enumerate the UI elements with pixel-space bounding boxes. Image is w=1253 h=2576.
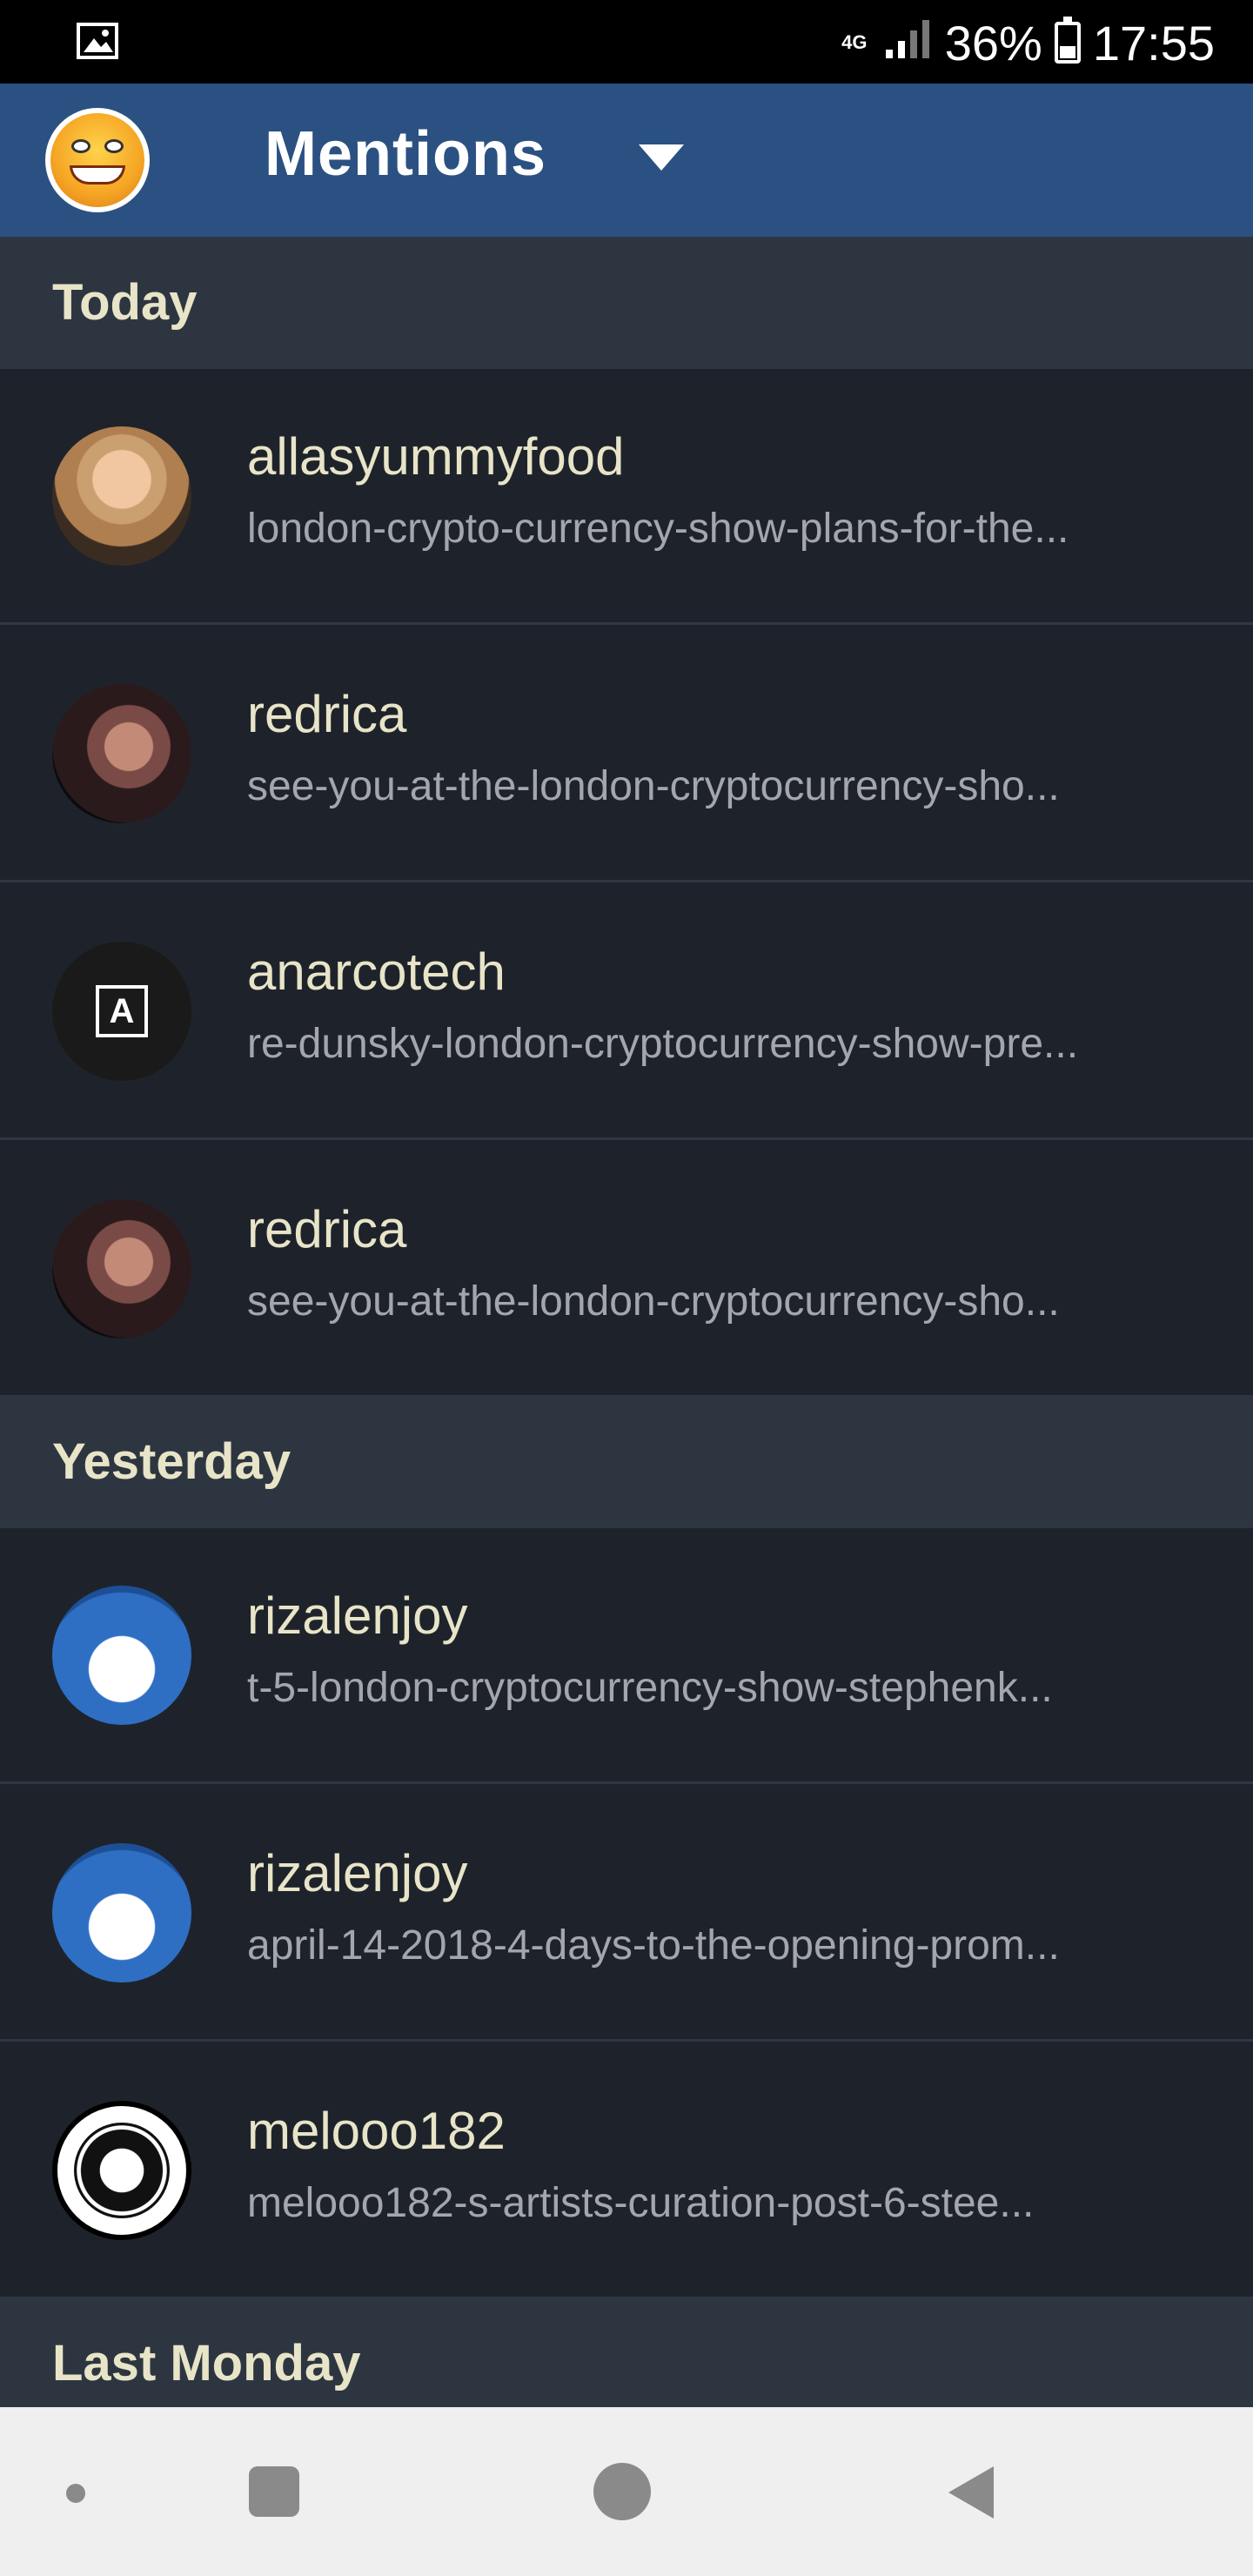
clock: 17:55: [1092, 15, 1215, 70]
gallery-notification-icon: [77, 23, 118, 59]
mention-item[interactable]: rizalenjoy april-14-2018-4-days-to-the-o…: [0, 1786, 1253, 2042]
signal-icon: [884, 15, 933, 71]
section-label: Last Monday: [52, 2335, 361, 2392]
back-icon[interactable]: [948, 2466, 994, 2519]
user-avatar[interactable]: [52, 426, 191, 566]
mention-item[interactable]: melooo182 melooo182-s-artists-curation-p…: [0, 2043, 1253, 2299]
anarcotech-logo-icon: A: [96, 985, 148, 1037]
mention-post-slug: t-5-london-cryptocurrency-show-stephenk.…: [247, 1665, 1053, 1711]
mention-item[interactable]: allasyummyfood london-crypto-currency-sh…: [0, 369, 1253, 625]
mention-username: melooo182: [247, 2102, 506, 2160]
recents-icon[interactable]: [249, 2466, 299, 2517]
monkey-logo-icon: [74, 2123, 170, 2218]
app-bar: Mentions: [0, 84, 1253, 237]
user-avatar[interactable]: [52, 2101, 191, 2240]
user-avatar[interactable]: [52, 1843, 191, 1982]
user-avatar[interactable]: [52, 684, 191, 823]
avatar-image: [50, 113, 144, 207]
section-label: Today: [52, 274, 198, 331]
mention-item[interactable]: A anarcotech re-dunsky-london-cryptocurr…: [0, 884, 1253, 1140]
mention-post-slug: april-14-2018-4-days-to-the-opening-prom…: [247, 1922, 1060, 1969]
page-title[interactable]: Mentions: [265, 118, 546, 190]
mention-username: allasyummyfood: [247, 427, 625, 486]
user-avatar[interactable]: [52, 1199, 191, 1338]
battery-icon: [1054, 17, 1081, 64]
mention-username: redrica: [247, 685, 407, 743]
section-header-today: Today: [0, 237, 1253, 369]
mention-username: rizalenjoy: [247, 1844, 468, 1902]
mention-post-slug: re-dunsky-london-cryptocurrency-show-pre…: [247, 1021, 1079, 1067]
mention-post-slug: see-you-at-the-london-cryptocurrency-sho…: [247, 763, 1060, 809]
network-type: 4G: [841, 31, 868, 53]
status-indicators: 4G 36% 17:55: [837, 12, 1215, 73]
dropdown-arrow-icon[interactable]: [639, 144, 684, 171]
section-header-yesterday: Yesterday: [0, 1396, 1253, 1528]
mention-username: redrica: [247, 1200, 407, 1258]
user-avatar[interactable]: A: [52, 942, 191, 1081]
mention-post-slug: see-you-at-the-london-cryptocurrency-sho…: [247, 1278, 1060, 1325]
mention-username: anarcotech: [247, 943, 506, 1001]
mention-item[interactable]: rizalenjoy t-5-london-cryptocurrency-sho…: [0, 1528, 1253, 1784]
system-nav-bar: [0, 2407, 1253, 2576]
user-avatar[interactable]: [52, 1586, 191, 1725]
nav-dot-icon[interactable]: [66, 2484, 85, 2503]
mention-item[interactable]: redrica see-you-at-the-london-cryptocurr…: [0, 1142, 1253, 1398]
battery-percent: 36%: [944, 15, 1042, 70]
mention-post-slug: london-crypto-currency-show-plans-for-th…: [247, 506, 1069, 552]
section-label: Yesterday: [52, 1433, 291, 1490]
mention-username: rizalenjoy: [247, 1587, 468, 1645]
account-avatar[interactable]: [45, 108, 150, 212]
status-bar: 4G 36% 17:55: [0, 0, 1253, 84]
mention-post-slug: melooo182-s-artists-curation-post-6-stee…: [247, 2180, 1035, 2226]
home-icon[interactable]: [593, 2463, 651, 2520]
mention-item[interactable]: redrica see-you-at-the-london-cryptocurr…: [0, 627, 1253, 882]
